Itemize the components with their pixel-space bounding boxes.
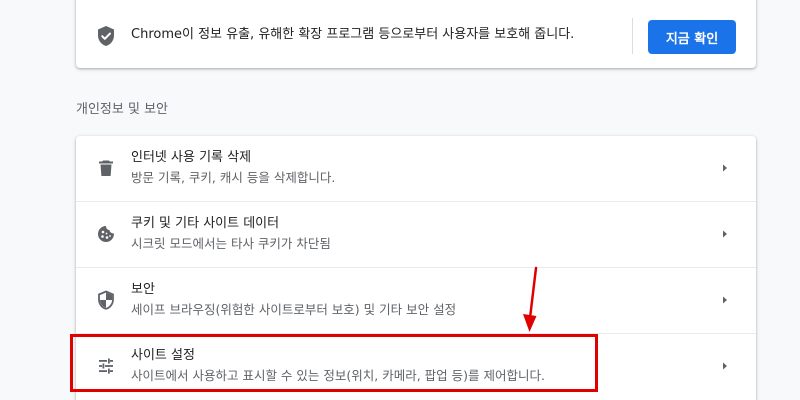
security-shield-icon [98,290,114,310]
trash-icon [99,160,113,176]
arrow-right-icon [723,164,727,172]
row-title: 보안 [131,282,155,297]
section-title-privacy: 개인정보 및 보안 [76,102,168,117]
arrow-right-icon [723,230,727,238]
security-row[interactable]: 보안 세이프 브라우징(위험한 사이트로부터 보호) 및 기타 보안 설정 [76,268,756,333]
tune-sliders-icon [99,358,113,374]
check-now-button[interactable]: 지금 확인 [648,20,736,54]
row-title: 쿠키 및 기타 사이트 데이터 [131,216,280,231]
row-subtitle: 사이트에서 사용하고 표시할 수 있는 정보(위치, 카메라, 팝업 등)를 제… [131,368,545,383]
row-subtitle: 시크릿 모드에서는 타사 쿠키가 차단됨 [131,236,331,251]
cookies-row[interactable]: 쿠키 및 기타 사이트 데이터 시크릿 모드에서는 타사 쿠키가 차단됨 [76,202,756,267]
row-subtitle: 방문 기록, 쿠키, 캐시 등을 삭제합니다. [131,170,336,185]
safety-check-message: Chrome이 정보 유출, 유해한 확장 프로그램 등으로부터 사용자를 보호… [131,27,575,42]
site-settings-row[interactable]: 사이트 설정 사이트에서 사용하고 표시할 수 있는 정보(위치, 카메라, 팝… [76,334,756,399]
row-title: 인터넷 사용 기록 삭제 [131,150,252,165]
privacy-security-card: 인터넷 사용 기록 삭제 방문 기록, 쿠키, 캐시 등을 삭제합니다. 쿠키 … [76,136,756,400]
shield-check-icon [98,26,114,46]
row-title: 사이트 설정 [131,348,195,363]
settings-page: Chrome이 정보 유출, 유해한 확장 프로그램 등으로부터 사용자를 보호… [0,0,800,400]
arrow-right-icon [723,362,727,370]
clear-browsing-data-row[interactable]: 인터넷 사용 기록 삭제 방문 기록, 쿠키, 캐시 등을 삭제합니다. [76,136,756,201]
safety-check-card: Chrome이 정보 유출, 유해한 확장 프로그램 등으로부터 사용자를 보호… [76,0,756,68]
row-subtitle: 세이프 브라우징(위험한 사이트로부터 보호) 및 기타 보안 설정 [131,302,457,317]
cookie-icon [98,226,114,242]
arrow-right-icon [723,296,727,304]
divider [632,18,633,54]
